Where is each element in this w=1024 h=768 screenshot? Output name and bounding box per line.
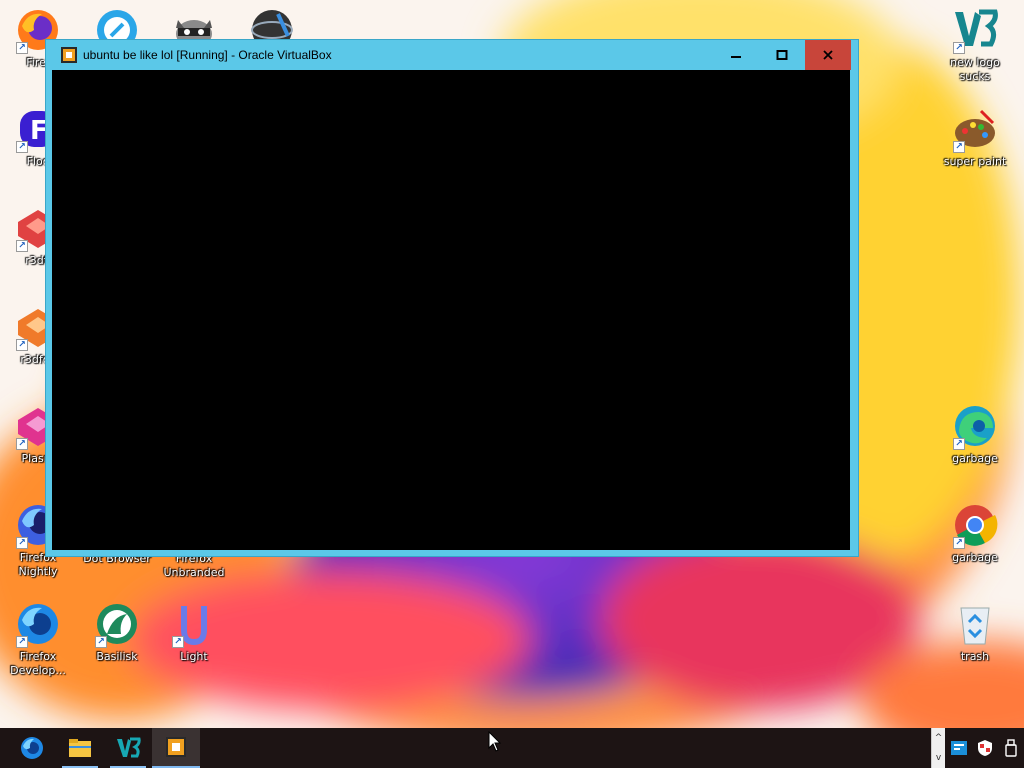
minimize-icon: [731, 56, 741, 58]
close-button[interactable]: [805, 40, 851, 70]
tray-scroll[interactable]: ^ v: [931, 728, 945, 768]
light-icon: ↗: [170, 600, 218, 648]
new-logo-icon: [117, 737, 141, 758]
security-shield-icon[interactable]: [976, 739, 994, 757]
edge-icon: ↗: [951, 402, 999, 450]
taskbar: ^ v: [0, 728, 1024, 768]
usb-device-icon[interactable]: [1002, 739, 1020, 757]
desktop-icon-basilisk[interactable]: ↗ Basilisk: [79, 600, 155, 686]
tray-scroll-down-button[interactable]: v: [932, 748, 945, 768]
virtualbox-icon: [61, 47, 77, 63]
system-tray: [946, 728, 1024, 768]
virtualbox-icon: [166, 737, 186, 757]
virtualbox-vm-window[interactable]: ubuntu be like lol [Running] - Oracle Vi…: [45, 39, 859, 557]
desktop-icon-light[interactable]: ↗ Light: [156, 600, 232, 686]
vm-display[interactable]: [52, 70, 850, 550]
window-title: ubuntu be like lol [Running] - Oracle Vi…: [83, 48, 332, 62]
taskbar-firefox-developer[interactable]: [8, 728, 56, 768]
desktop-icon-firefox-developer[interactable]: ↗ Firefox Develop...: [0, 600, 76, 686]
taskbar-virtualbox[interactable]: [152, 728, 200, 768]
maximize-icon: [776, 50, 788, 60]
close-icon: [823, 50, 833, 60]
window-titlebar[interactable]: ubuntu be like lol [Running] - Oracle Vi…: [46, 40, 858, 70]
desktop-icon-chrome-garbage[interactable]: ↗ garbage: [937, 501, 1013, 587]
minimize-button[interactable]: [713, 40, 759, 70]
basilisk-icon: ↗: [93, 600, 141, 648]
recycle-bin-icon: [951, 600, 999, 648]
desktop-icon-new-logo-sucks[interactable]: ↗ new logo sucks: [937, 6, 1013, 92]
desktop-icon-super-paint[interactable]: ↗ super paint: [937, 105, 1013, 191]
paint-palette-icon: ↗: [951, 105, 999, 153]
firefox-developer-icon: [21, 737, 43, 759]
app-tray-icon[interactable]: [950, 739, 968, 757]
folder-icon: [69, 739, 91, 757]
taskbar-file-explorer[interactable]: [56, 728, 104, 768]
mouse-cursor-icon: [488, 731, 502, 752]
taskbar-new-logo-app[interactable]: [104, 728, 152, 768]
chrome-icon: ↗: [951, 501, 999, 549]
tray-scroll-up-button[interactable]: ^: [932, 728, 945, 748]
desktop-icon-edge-garbage[interactable]: ↗ garbage: [937, 402, 1013, 488]
desktop-icon-trash[interactable]: trash: [937, 600, 1013, 686]
firefox-developer-icon: ↗: [14, 600, 62, 648]
new-logo-icon: ↗: [951, 6, 999, 54]
maximize-button[interactable]: [759, 40, 805, 70]
